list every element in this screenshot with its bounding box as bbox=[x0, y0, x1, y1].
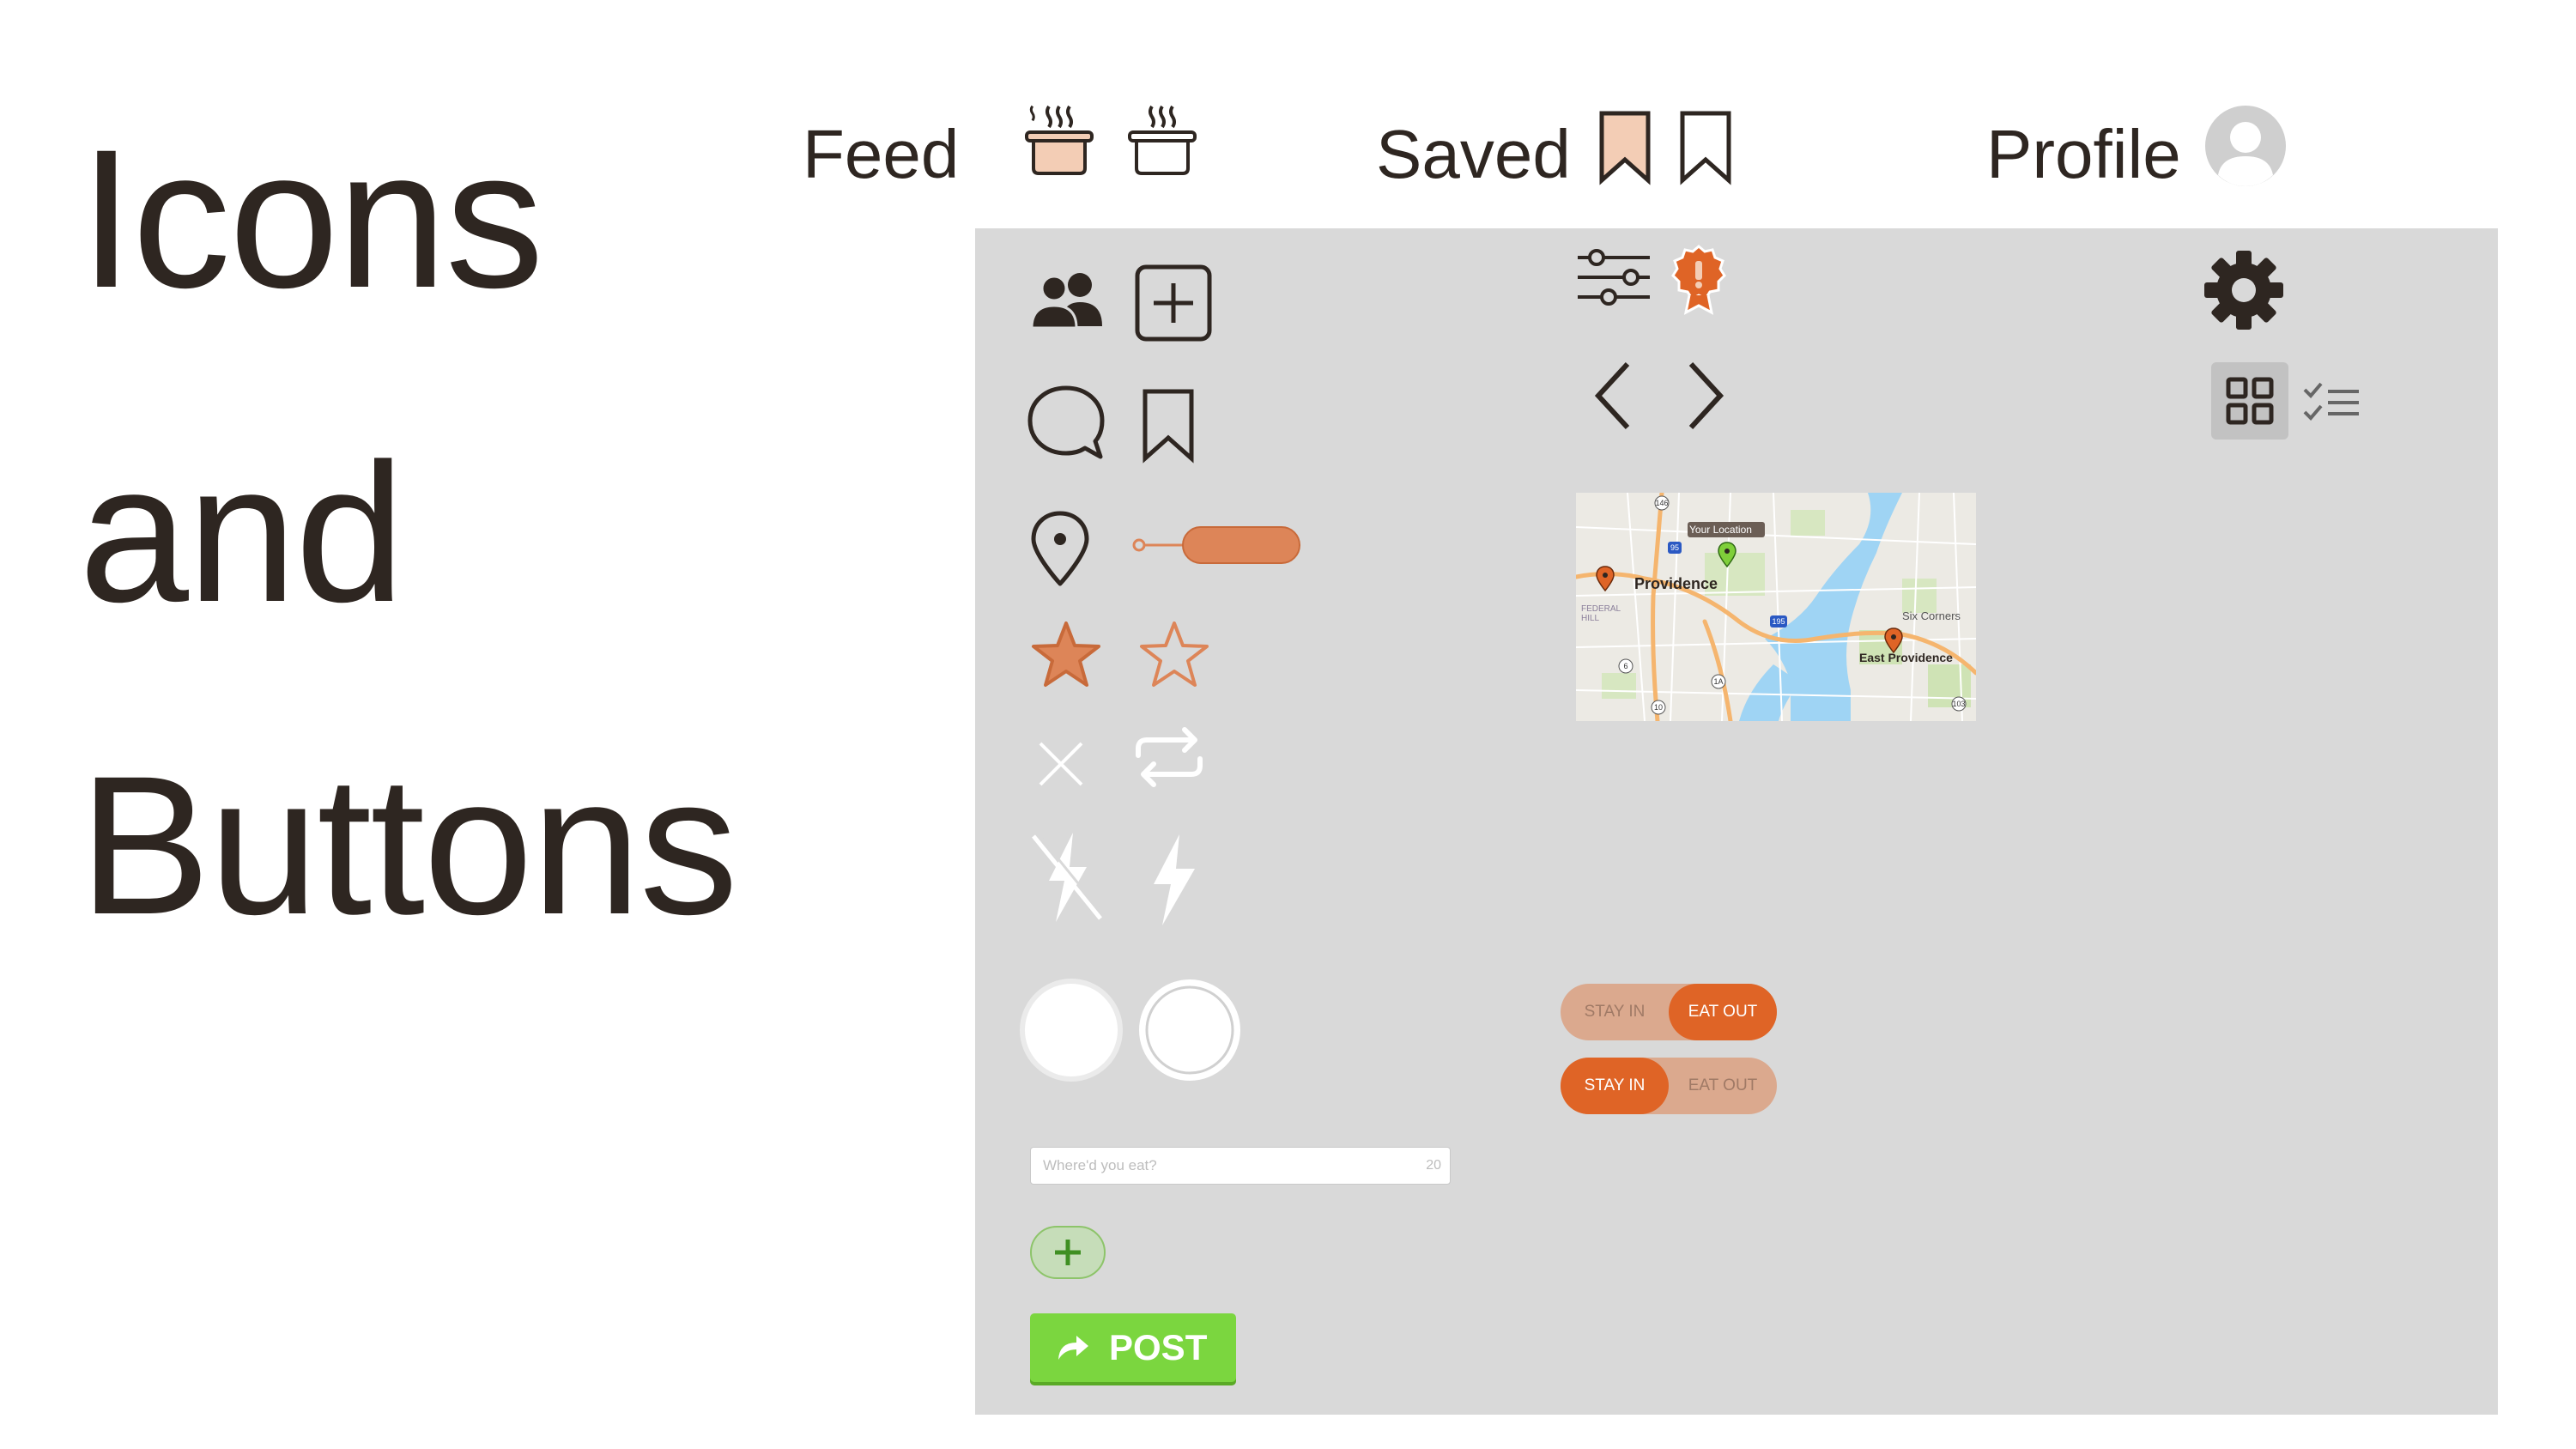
map-route-6: 6 bbox=[1623, 662, 1627, 670]
map-city-label: Providence bbox=[1634, 575, 1718, 592]
map-your-location-label: Your Location bbox=[1689, 524, 1752, 536]
grid-view-icon bbox=[2226, 377, 2274, 425]
map-route-95: 95 bbox=[1670, 543, 1679, 552]
grid-view-button[interactable] bbox=[2211, 362, 2288, 440]
chevron-right-icon[interactable] bbox=[1688, 361, 1725, 431]
gear-icon[interactable] bbox=[2203, 249, 2285, 331]
stay-eat-toggle-eat-out[interactable]: STAY IN EAT OUT bbox=[1561, 984, 1777, 1040]
post-button[interactable]: POST bbox=[1030, 1313, 1236, 1382]
map-route-103: 103 bbox=[1952, 700, 1965, 708]
nav-saved-label: Saved bbox=[1376, 116, 1571, 192]
stay-eat-toggle-stay-in[interactable]: STAY IN EAT OUT bbox=[1561, 1058, 1777, 1114]
composer-input[interactable] bbox=[1043, 1157, 1386, 1174]
toggle-eat-out[interactable]: EAT OUT bbox=[1669, 984, 1777, 1040]
map-federal-hill-label: FEDERAL HILL bbox=[1581, 604, 1621, 623]
map-six-corners-label: Six Corners bbox=[1902, 609, 1961, 622]
title-and: and bbox=[79, 422, 405, 643]
chevron-left-icon[interactable] bbox=[1593, 361, 1631, 431]
slider-pill-icon[interactable] bbox=[1131, 524, 1303, 567]
map-route-146: 146 bbox=[1655, 499, 1668, 507]
flash-off-icon[interactable] bbox=[1030, 829, 1106, 925]
title-buttons: Buttons bbox=[79, 735, 738, 955]
char-counter: 20 bbox=[1426, 1158, 1441, 1173]
pot-outline-icon[interactable] bbox=[1126, 105, 1198, 175]
bookmark-filled-icon[interactable] bbox=[1598, 110, 1652, 185]
post-button-label: POST bbox=[1109, 1327, 1208, 1367]
nav-profile-label: Profile bbox=[1986, 116, 2181, 192]
title-icons: Icons bbox=[79, 108, 544, 329]
pot-filled-icon[interactable] bbox=[1023, 105, 1095, 175]
avatar-icon[interactable] bbox=[2204, 105, 2287, 187]
shutter-button-icon[interactable] bbox=[1018, 977, 1124, 1083]
share-arrow-icon bbox=[1056, 1334, 1090, 1361]
star-outline-icon[interactable] bbox=[1138, 620, 1210, 688]
location-pin-icon[interactable] bbox=[1030, 510, 1090, 587]
bookmark-outline-icon[interactable] bbox=[1679, 110, 1732, 185]
flash-icon[interactable] bbox=[1145, 833, 1200, 927]
toggle-stay-in[interactable]: STAY IN bbox=[1561, 984, 1669, 1040]
star-filled-icon[interactable] bbox=[1030, 620, 1102, 688]
toggle-eat-out[interactable]: EAT OUT bbox=[1669, 1058, 1777, 1114]
map-route-10: 10 bbox=[1654, 703, 1663, 712]
add-button[interactable] bbox=[1030, 1226, 1106, 1279]
plus-icon bbox=[1055, 1240, 1081, 1265]
badge-icon[interactable] bbox=[1670, 244, 1727, 316]
checklist-view-icon[interactable] bbox=[2302, 378, 2362, 426]
chat-bubble-icon[interactable] bbox=[1027, 383, 1106, 462]
toggle-stay-in[interactable]: STAY IN bbox=[1561, 1058, 1669, 1114]
users-icon[interactable] bbox=[1030, 270, 1104, 330]
close-icon[interactable] bbox=[1037, 740, 1085, 788]
map-view[interactable]: 146 95 195 6 10 1A 103 Your Location Pro… bbox=[1576, 493, 1976, 721]
repost-icon[interactable] bbox=[1130, 726, 1209, 788]
map-route-1a: 1A bbox=[1713, 677, 1723, 686]
filter-sliders-icon[interactable] bbox=[1576, 247, 1652, 307]
map-route-195: 195 bbox=[1772, 617, 1785, 626]
bookmark-icon[interactable] bbox=[1142, 388, 1195, 464]
shutter-button-pressed-icon[interactable] bbox=[1136, 977, 1243, 1083]
map-east-label: East Providence bbox=[1859, 651, 1953, 664]
nav-feed-label: Feed bbox=[803, 116, 960, 192]
add-square-icon[interactable] bbox=[1135, 264, 1212, 342]
composer-field[interactable]: 20 bbox=[1030, 1147, 1451, 1185]
